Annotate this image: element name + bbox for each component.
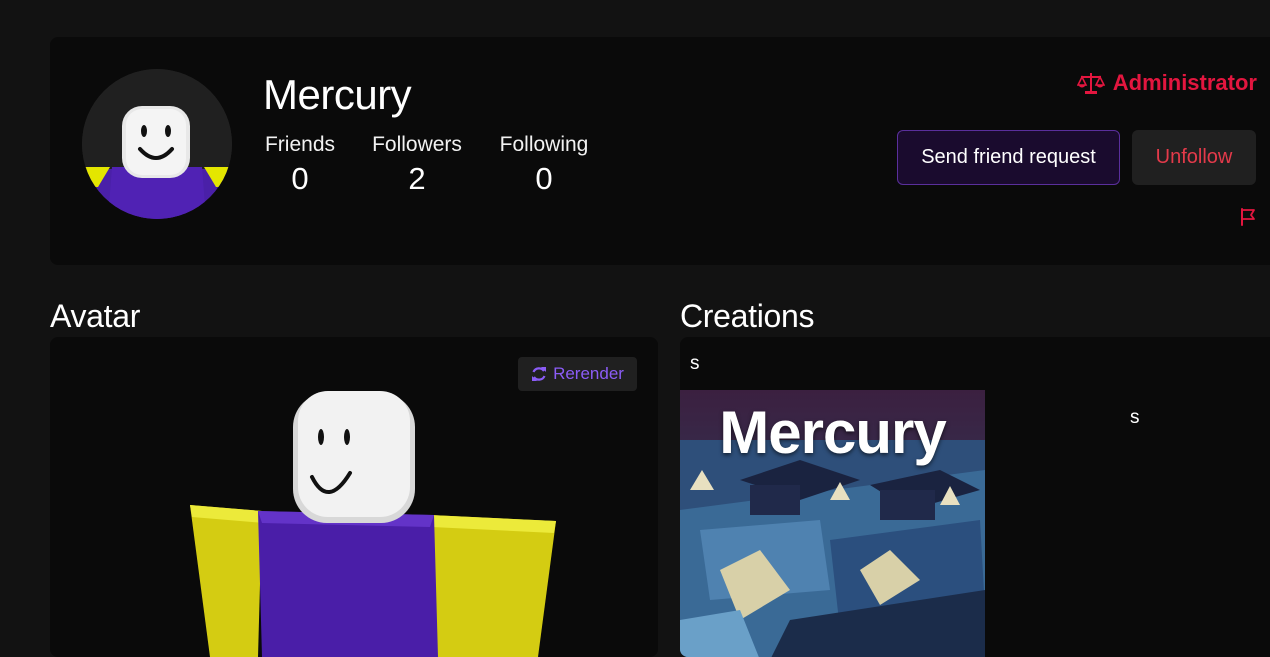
stat-value: 2 [408, 161, 426, 196]
creation-title[interactable]: s [690, 353, 700, 375]
stat-followers[interactable]: Followers 2 [369, 133, 465, 197]
avatar-heading: Avatar [50, 298, 141, 334]
unfollow-button[interactable]: Unfollow [1132, 130, 1256, 185]
role-label: Administrator [1112, 70, 1257, 95]
avatar-headshot-image [82, 69, 232, 219]
stat-label: Following [499, 133, 589, 156]
refresh-icon [532, 367, 547, 381]
stat-label: Followers [372, 133, 462, 156]
username: Mercury [263, 71, 412, 118]
thumbnail-title-text: Mercury [719, 399, 946, 466]
profile-card: Mercury Friends 0 Followers 2 Following … [50, 37, 1270, 265]
stat-following[interactable]: Following 0 [496, 133, 592, 197]
creations-panel: s Mercury s [680, 337, 1270, 657]
rerender-button[interactable]: Rerender [518, 357, 637, 391]
stat-value: 0 [535, 161, 553, 196]
stat-label: Friends [264, 133, 336, 156]
role-badge: Administrator [1076, 70, 1257, 96]
stat-friends[interactable]: Friends 0 [263, 133, 337, 197]
stat-value: 0 [291, 161, 309, 196]
rerender-label: Rerender [553, 364, 624, 383]
creation-title[interactable]: s [1130, 407, 1140, 429]
profile-avatar [82, 69, 232, 219]
creation-thumbnail[interactable]: Mercury [680, 390, 985, 657]
scale-balance-icon [1076, 73, 1105, 94]
creations-heading: Creations [680, 298, 815, 334]
avatar-panel: Rerender [50, 337, 658, 657]
flag-icon[interactable] [1238, 207, 1258, 227]
send-friend-request-button[interactable]: Send friend request [897, 130, 1120, 185]
